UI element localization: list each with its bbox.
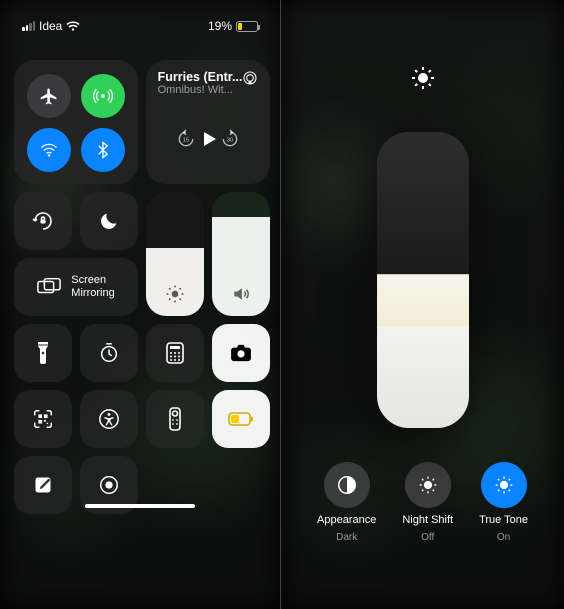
appearance-sub: Dark [336, 532, 357, 543]
volume-slider[interactable] [212, 192, 270, 316]
skip-forward-30-icon[interactable]: 30 [220, 129, 240, 149]
sun-icon [411, 66, 435, 90]
appearance-icon [336, 474, 358, 496]
control-center-pane: Idea 19% [0, 0, 281, 609]
true-tone-toggle[interactable]: True Tone On [479, 462, 528, 543]
camera-button[interactable] [212, 324, 270, 382]
brightness-header-icon [411, 66, 435, 90]
flashlight-button[interactable] [14, 324, 72, 382]
brightness-slider-expanded[interactable] [377, 132, 469, 428]
status-bar: Idea 19% [0, 0, 280, 44]
screen-mirroring-button[interactable]: Screen Mirroring [14, 258, 138, 316]
screen-mirroring-icon [37, 277, 61, 297]
connectivity-module[interactable] [14, 60, 138, 184]
calculator-icon [166, 342, 184, 364]
low-power-mode-toggle[interactable] [212, 390, 270, 448]
qr-scanner-button[interactable] [14, 390, 72, 448]
night-shift-icon [417, 474, 439, 496]
timer-icon [98, 342, 120, 364]
record-icon [98, 474, 120, 496]
camera-icon [230, 344, 252, 362]
wifi-icon [66, 21, 80, 32]
night-shift-toggle[interactable]: Night Shift Off [402, 462, 453, 543]
svg-text:15: 15 [183, 138, 189, 144]
compose-icon [33, 475, 53, 495]
true-tone-sub: On [497, 532, 510, 543]
svg-text:30: 30 [227, 138, 234, 144]
accessibility-button[interactable] [80, 390, 138, 448]
carrier-label: Idea [39, 19, 62, 33]
orientation-lock-toggle[interactable] [14, 192, 72, 250]
notes-button[interactable] [14, 456, 72, 514]
timer-button[interactable] [80, 324, 138, 382]
play-icon[interactable] [196, 127, 220, 151]
airplane-mode-toggle[interactable] [27, 74, 71, 118]
night-shift-label: Night Shift [402, 514, 453, 526]
wifi-toggle[interactable] [27, 128, 71, 172]
skip-back-15-icon[interactable]: 15 [176, 129, 196, 149]
calculator-button[interactable] [146, 324, 204, 382]
home-indicator[interactable] [85, 504, 195, 508]
brightness-slider[interactable] [146, 192, 204, 316]
true-tone-icon [493, 474, 515, 496]
battery-icon [236, 21, 258, 32]
do-not-disturb-toggle[interactable] [80, 192, 138, 250]
media-title: Furries (Entr... [158, 70, 243, 84]
battery-percentage-label: 19% [208, 19, 232, 33]
brightness-sun-icon [165, 284, 185, 304]
antenna-icon [93, 86, 113, 106]
airplay-audio-icon[interactable] [242, 70, 258, 86]
volume-icon [231, 284, 251, 304]
appearance-toggle[interactable]: Appearance Dark [317, 462, 376, 543]
bluetooth-icon [93, 140, 113, 160]
flashlight-icon [35, 341, 51, 365]
accessibility-icon [98, 408, 120, 430]
qr-icon [32, 408, 54, 430]
airplane-icon [39, 86, 59, 106]
appearance-label: Appearance [317, 514, 376, 526]
media-subtitle: Omnibus! Wit... [158, 84, 243, 96]
bluetooth-toggle[interactable] [81, 128, 125, 172]
media-module[interactable]: Furries (Entr... Omnibus! Wit... 15 [146, 60, 270, 184]
night-shift-sub: Off [421, 532, 434, 543]
orientation-lock-icon [31, 209, 55, 233]
screen-mirroring-label: Screen Mirroring [71, 274, 114, 300]
true-tone-label: True Tone [479, 514, 528, 526]
apple-tv-remote-button[interactable] [146, 390, 204, 448]
cellular-data-toggle[interactable] [81, 74, 125, 118]
wifi-icon [39, 140, 59, 160]
moon-icon [98, 210, 120, 232]
cellular-signal-icon [22, 21, 35, 31]
low-power-battery-icon [228, 412, 254, 426]
brightness-expanded-pane: Appearance Dark Night Shift Off [281, 0, 564, 609]
remote-icon [169, 407, 181, 431]
